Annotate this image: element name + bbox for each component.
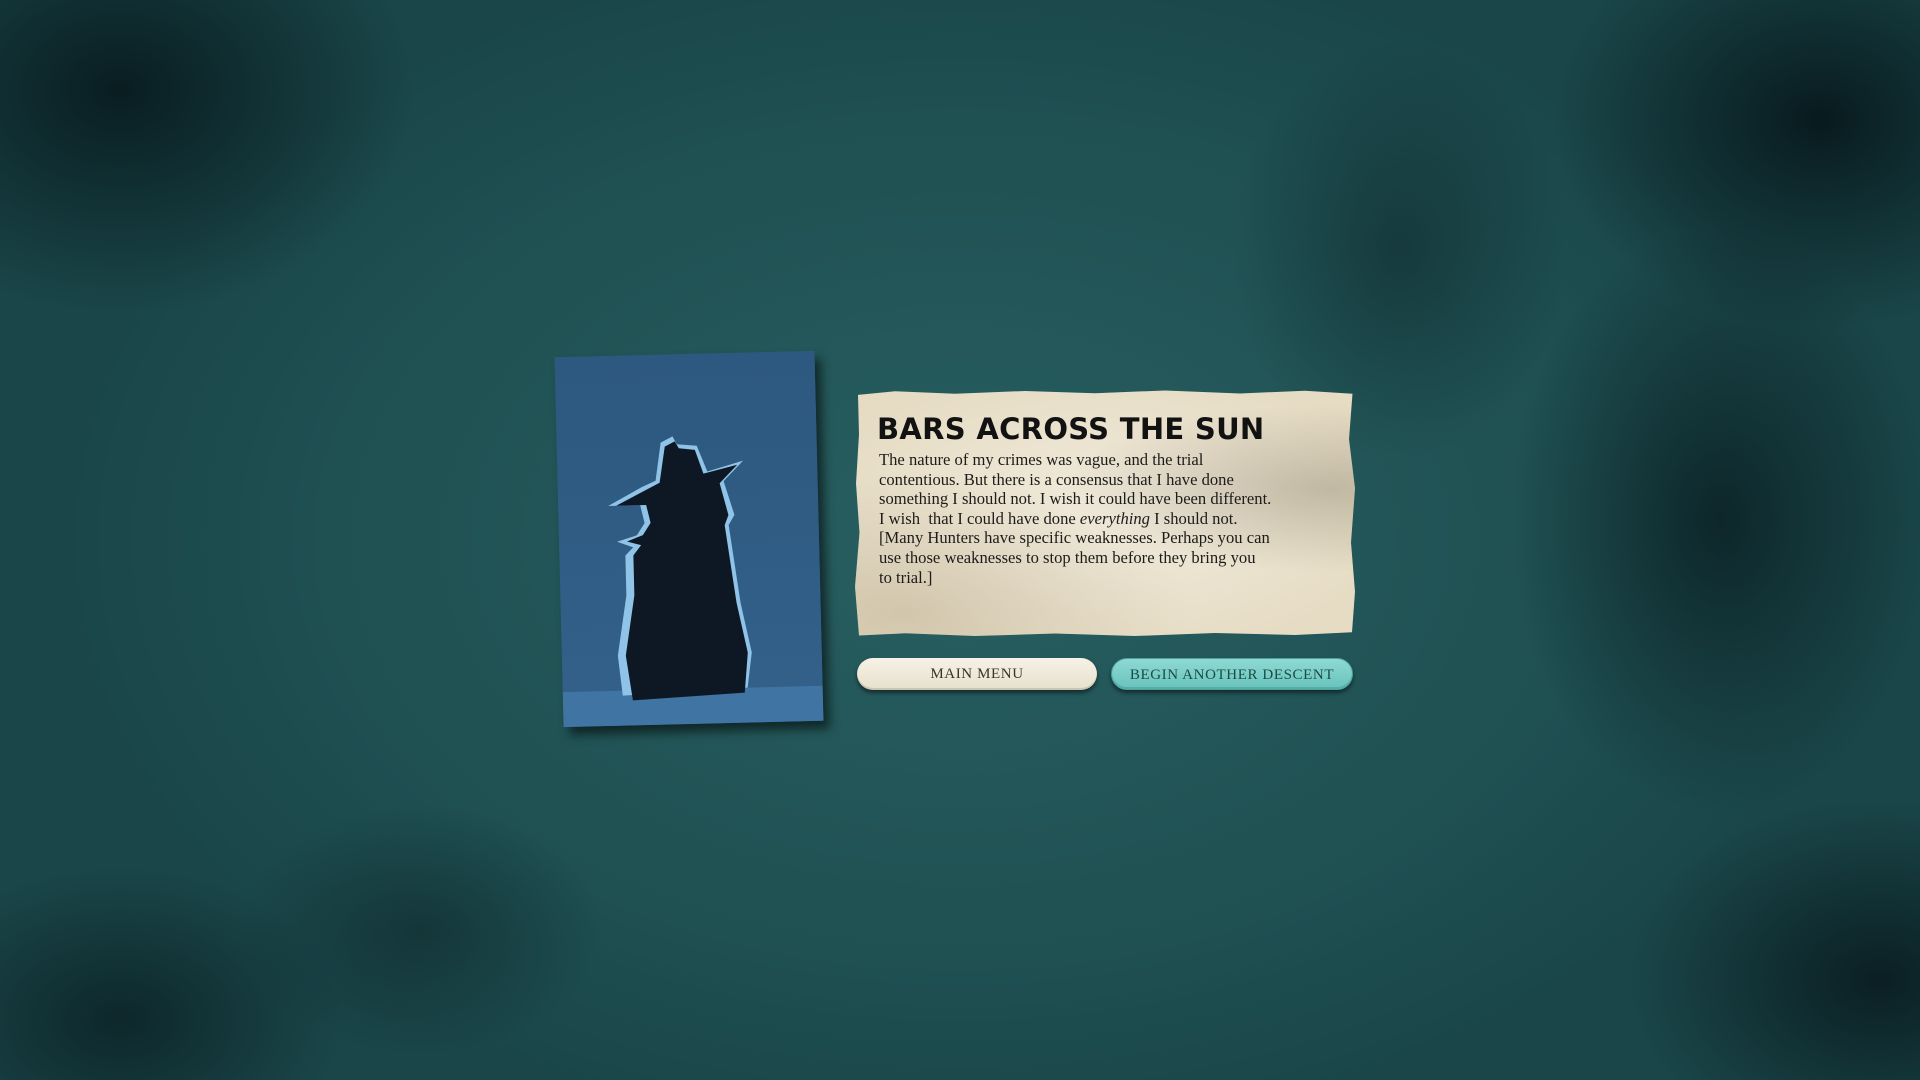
description-line: contentious. But there is a consensus th… — [879, 469, 1234, 489]
description-text: I wish that I could have done — [879, 508, 1080, 528]
description-line: The nature of my crimes was vague, and t… — [879, 450, 1204, 469]
emphasis-text: everything — [1079, 508, 1150, 528]
ending-title: BARS ACROSS THE SUN — [877, 412, 1265, 446]
result-panel: BARS ACROSS THE SUN The nature of my cri… — [855, 390, 1355, 636]
description-line: [Many Hunters have specific weaknesses. … — [879, 528, 1270, 548]
description-line: to trial.] — [879, 567, 933, 587]
hunter-silhouette-icon — [554, 350, 824, 728]
game-screen: { "card": { "image": "trenchcoat-hat-sil… — [0, 0, 1920, 1080]
description-text: I should not. — [1149, 508, 1238, 528]
description-line: something I should not. I wish it could … — [879, 489, 1272, 509]
begin-another-descent-button[interactable]: BEGIN ANOTHER DESCENT — [1111, 658, 1353, 690]
description-line: I wish that I could have done everything… — [879, 509, 1341, 529]
description-line: use those weaknesses to stop them before… — [879, 547, 1256, 567]
character-card — [554, 350, 824, 728]
main-menu-button[interactable]: MAIN MENU — [857, 658, 1097, 690]
ending-description: The nature of my crimes was vague, and t… — [879, 450, 1341, 587]
